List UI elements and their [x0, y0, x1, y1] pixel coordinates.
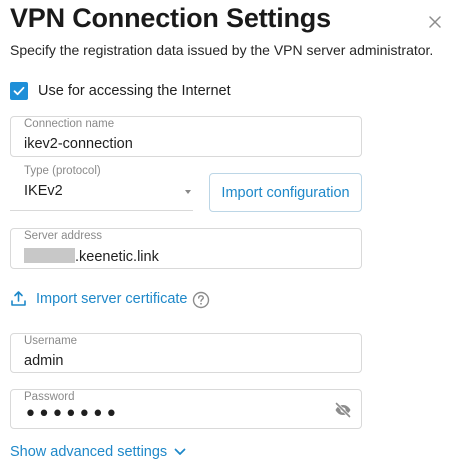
- password-field[interactable]: Password •••••••: [10, 389, 362, 429]
- import-certificate-link[interactable]: Import server certificate: [10, 290, 188, 307]
- show-advanced-settings-link[interactable]: Show advanced settings: [10, 444, 186, 460]
- dialog-subtitle: Specify the registration data issued by …: [10, 42, 434, 58]
- server-address-suffix: .keenetic.link: [75, 249, 159, 265]
- use-internet-label: Use for accessing the Internet: [38, 83, 231, 99]
- username-field[interactable]: Username admin: [10, 333, 362, 373]
- connection-name-label: Connection name: [24, 118, 115, 130]
- import-certificate-label: Import server certificate: [36, 290, 188, 307]
- username-label: Username: [24, 335, 78, 347]
- protocol-type-select[interactable]: Type (protocol) IKEv2: [10, 163, 193, 211]
- password-value[interactable]: •••••••: [24, 402, 118, 427]
- use-internet-checkbox[interactable]: [10, 82, 28, 100]
- chevron-down-icon: [174, 448, 186, 455]
- connection-name-field[interactable]: Connection name ikev2-connection: [10, 116, 362, 157]
- help-icon: [192, 291, 210, 309]
- close-icon: [429, 16, 441, 28]
- show-advanced-label: Show advanced settings: [10, 444, 168, 460]
- dialog-title: VPN Connection Settings: [10, 3, 331, 33]
- server-address-field[interactable]: Server address .keenetic.link: [10, 228, 362, 269]
- use-internet-checkbox-row[interactable]: Use for accessing the Internet: [10, 82, 231, 100]
- server-address-label: Server address: [24, 230, 102, 242]
- redacted-block: [24, 248, 75, 263]
- dropdown-caret-icon: [185, 190, 191, 194]
- checkmark-icon: [13, 86, 25, 96]
- eye-off-icon[interactable]: [334, 402, 352, 418]
- upload-icon: [11, 291, 26, 306]
- protocol-type-value: IKEv2: [24, 183, 63, 199]
- import-configuration-button[interactable]: Import configuration: [209, 173, 362, 212]
- server-address-value[interactable]: .keenetic.link: [24, 248, 159, 265]
- connection-name-value[interactable]: ikev2-connection: [24, 136, 133, 152]
- close-button[interactable]: [426, 13, 444, 31]
- username-value[interactable]: admin: [24, 353, 64, 369]
- help-button[interactable]: [192, 291, 210, 309]
- protocol-type-label: Type (protocol): [24, 165, 101, 177]
